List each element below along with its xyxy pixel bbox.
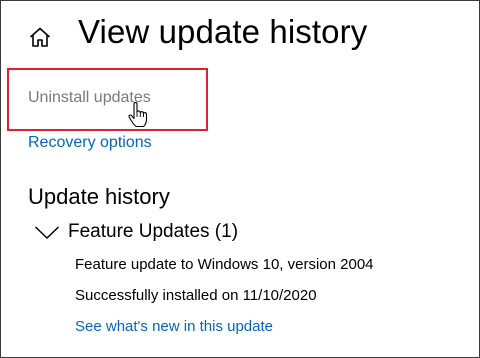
feature-updates-group[interactable]: Feature Updates (1) <box>34 218 238 246</box>
hand-cursor-icon <box>128 102 148 128</box>
chevron-down-icon <box>34 226 60 240</box>
window-frame: View update history Uninstall updates Re… <box>0 0 480 358</box>
recovery-options-link[interactable]: Recovery options <box>28 134 152 152</box>
whats-new-link[interactable]: See what's new in this update <box>75 318 273 335</box>
home-icon[interactable] <box>28 25 52 49</box>
group-label: Feature Updates (1) <box>68 221 239 242</box>
update-name: Feature update to Windows 10, version 20… <box>75 256 374 273</box>
update-history-heading: Update history <box>28 184 170 209</box>
update-status: Successfully installed on 11/10/2020 <box>75 287 317 304</box>
page-title: View update history <box>78 13 368 50</box>
